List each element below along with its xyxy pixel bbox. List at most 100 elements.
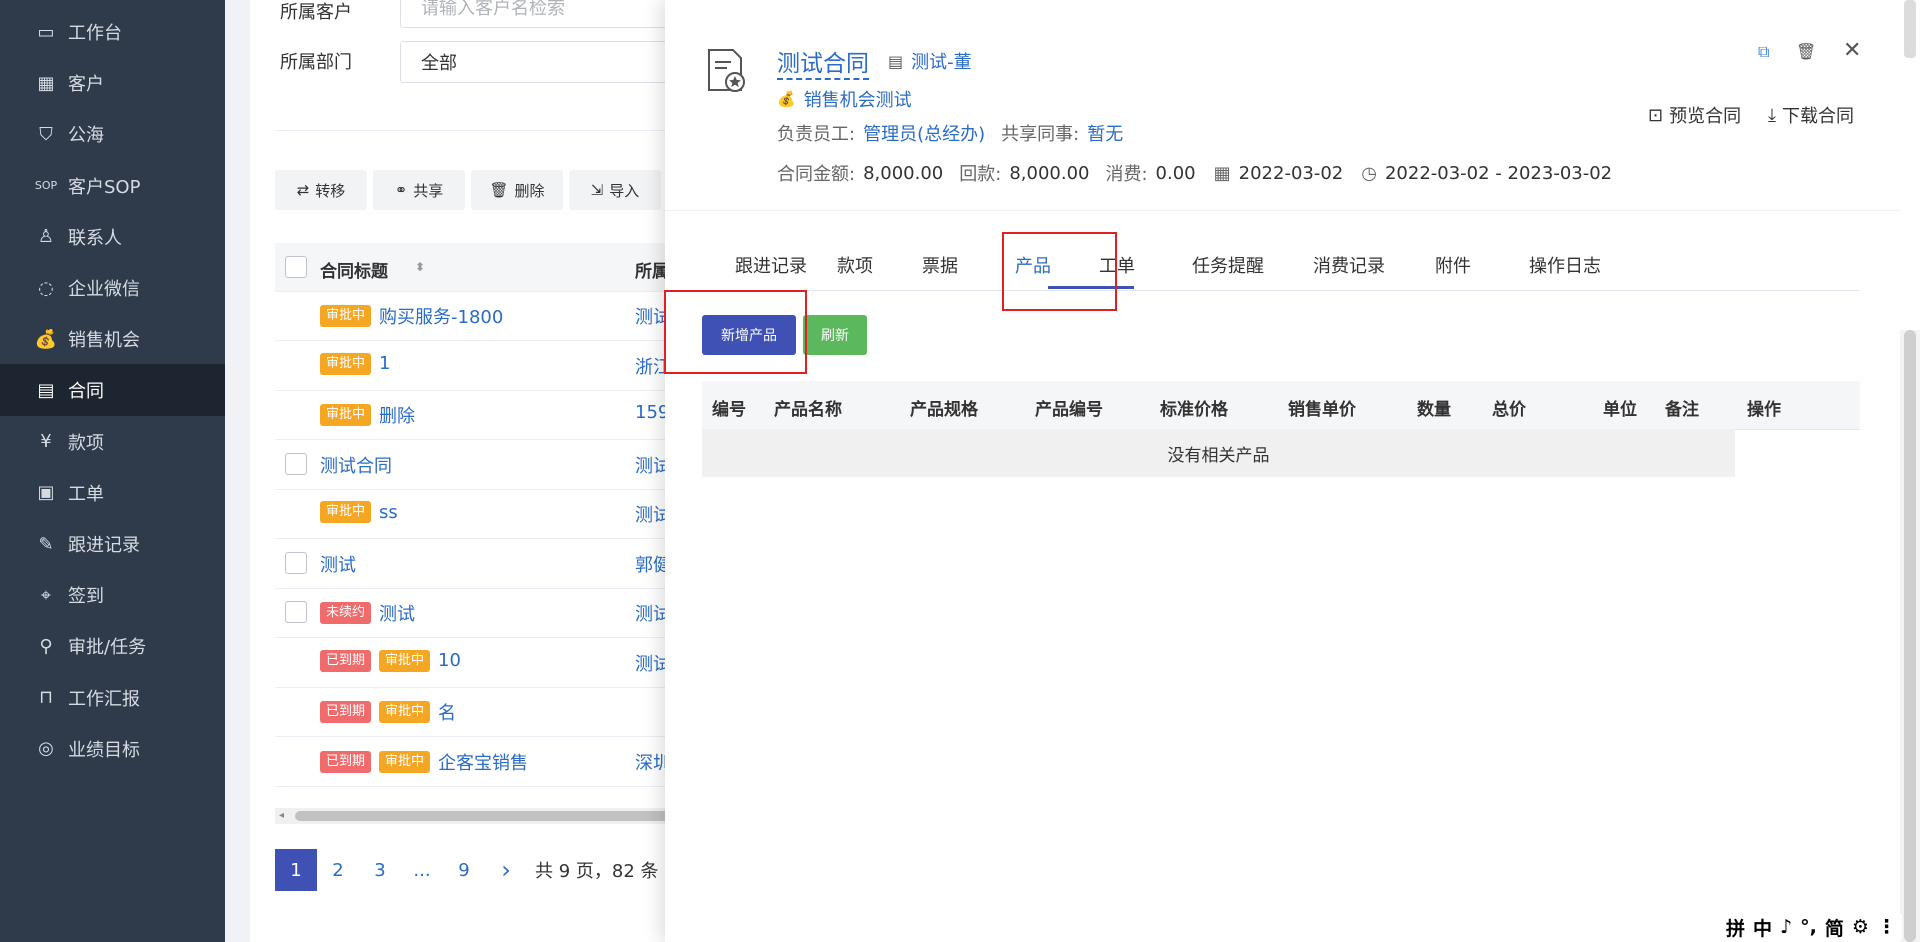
contract-title-link[interactable]: 名	[438, 699, 456, 725]
sidebar-item-9[interactable]: ▣ 工单	[0, 467, 225, 519]
horizontal-scrollbar[interactable]: ◂	[275, 808, 680, 824]
ime-more-icon[interactable]: ⋮	[1877, 916, 1896, 938]
delete-button[interactable]: 🗑 删除	[471, 170, 563, 210]
sidebar-item-4[interactable]: ♙ 联系人	[0, 211, 225, 263]
top-scroll-handle[interactable]	[1904, 0, 1916, 58]
sidebar-item-10[interactable]: ✎ 跟进记录	[0, 518, 225, 570]
contract-title-link[interactable]: 测试	[379, 600, 415, 626]
vertical-scrollbar-thumb[interactable]	[1904, 330, 1916, 942]
contract-detail-drawer: 测试合同 ▤ 测试-董 💰 销售机会测试 负责员工: 管理员(总经办) 共享同事…	[664, 0, 1920, 942]
contract-title-link[interactable]: 10	[438, 650, 461, 671]
scrollbar-thumb[interactable]	[295, 811, 680, 821]
sidebar-item-8[interactable]: ¥ 款项	[0, 416, 225, 468]
page-button[interactable]: 1	[275, 849, 317, 891]
refresh-button[interactable]: 刷新	[803, 315, 867, 355]
import-button[interactable]: ⇲ 导入	[569, 170, 661, 210]
contract-title[interactable]: 测试合同	[777, 44, 869, 80]
contract-title-link[interactable]: 删除	[379, 402, 415, 428]
product-column-header: 销售单价	[1288, 400, 1356, 420]
product-column-header: 备注	[1665, 400, 1699, 420]
share-button[interactable]: ⚭ 共享	[373, 170, 465, 210]
sidebar-item-2[interactable]: ⛉ 公海	[0, 108, 225, 160]
contract-title-link[interactable]: 测试	[320, 551, 356, 577]
product-column-header: 总价	[1492, 400, 1526, 420]
opportunity-link[interactable]: 💰 销售机会测试	[777, 86, 912, 112]
table-row[interactable]: 审批中删除15975	[275, 390, 680, 440]
tab-0[interactable]: 跟进记录	[735, 252, 807, 278]
tab-8[interactable]: 操作日志	[1529, 252, 1601, 278]
table-row[interactable]: 审批中1浙江华	[275, 341, 680, 391]
sidebar-item-12[interactable]: ⚲ 审批/任务	[0, 620, 225, 672]
ime-settings-icon[interactable]: ⚙	[1852, 916, 1869, 938]
dept-select[interactable]: 全部	[400, 41, 680, 83]
row-checkbox[interactable]	[285, 551, 307, 574]
table-row[interactable]: 测试合同测试-董	[275, 440, 680, 490]
table-row[interactable]: 审批中ss测试-董	[275, 489, 680, 539]
close-icon[interactable]: ✕	[1843, 38, 1863, 63]
page-button[interactable]: ...	[401, 849, 443, 891]
tab-5[interactable]: 任务提醒	[1192, 252, 1264, 278]
table-row[interactable]: 审批中购买服务-1800测试18	[275, 291, 680, 341]
amount-value: 8,000.00	[863, 162, 944, 184]
sidebar-item-11[interactable]: ⌖ 签到	[0, 569, 225, 621]
sidebar-item-3[interactable]: SOP 客户SOP	[0, 160, 225, 212]
sidebar-item-7[interactable]: ▤ 合同	[0, 364, 225, 417]
preview-contract-button[interactable]: ⊡ 预览合同	[1648, 102, 1741, 128]
ime-pinyin-icon[interactable]: 拼	[1726, 914, 1745, 941]
table-row[interactable]: 测试 郭健	[275, 539, 680, 589]
share-value[interactable]: 暂无	[1087, 120, 1123, 146]
sidebar-item-5[interactable]: ◌ 企业微信	[0, 262, 225, 314]
table-row[interactable]: 未续约 测试 测试	[275, 588, 680, 638]
ime-chinese-icon[interactable]: 中	[1753, 914, 1772, 941]
contract-period: 2022-03-02 - 2023-03-02	[1384, 162, 1613, 184]
clock-icon: ◷	[1361, 162, 1377, 184]
sort-icon[interactable]: ⬍	[415, 260, 425, 274]
sidebar-item-13[interactable]: ⊓ 工作汇报	[0, 672, 225, 724]
sidebar-item-label: 企业微信	[68, 279, 140, 300]
page-button[interactable]: 2	[317, 849, 359, 891]
owner-value[interactable]: 管理员(总经办)	[863, 120, 985, 146]
sidebar-item-label: 工单	[68, 483, 104, 505]
ime-simplified-icon[interactable]: 简	[1825, 914, 1844, 941]
next-page-icon[interactable]: ›	[485, 849, 527, 891]
sidebar-item-1[interactable]: ▦ 客户	[0, 57, 225, 109]
contract-title-link[interactable]: 企客宝销售	[438, 749, 528, 775]
sidebar-item-label: 客户SOP	[68, 176, 141, 198]
tab-7[interactable]: 附件	[1435, 252, 1471, 278]
download-contract-button[interactable]: ⤓ 下载合同	[1768, 102, 1854, 128]
table-row[interactable]: 已到期审批中企客宝销售深圳市	[275, 737, 680, 787]
tab-1[interactable]: 款项	[837, 252, 873, 278]
page-button[interactable]: 3	[359, 849, 401, 891]
amount-row: 合同金额: 8,000.00 回款: 8,000.00 消费: 0.00 ▦ 2…	[777, 160, 1612, 186]
product-column-header: 产品规格	[910, 400, 978, 420]
scroll-left-icon[interactable]: ◂	[279, 810, 284, 821]
customer-link[interactable]: ▤ 测试-董	[888, 48, 972, 74]
open-external-icon[interactable]: ⧉	[1758, 42, 1778, 62]
sidebar-item-label: 业绩目标	[68, 739, 140, 761]
ime-punct-icon[interactable]: °,	[1800, 916, 1817, 938]
table-row[interactable]: 已到期 审批中名	[275, 687, 680, 737]
filter-customer-label: 所属客户	[280, 2, 352, 23]
table-row[interactable]: 已到期审批中10测试01	[275, 638, 680, 688]
contract-title-link[interactable]: ss	[379, 502, 398, 523]
select-all-checkbox[interactable]	[285, 256, 307, 278]
contract-title-link[interactable]: 购买服务-1800	[379, 303, 503, 329]
sidebar-item-label: 公海	[68, 125, 104, 147]
ime-moon-icon[interactable]: ♪	[1780, 916, 1792, 938]
row-title-cell: 审批中 删除	[320, 402, 415, 428]
row-checkbox[interactable]	[285, 452, 307, 475]
page-button[interactable]: 9	[443, 849, 485, 891]
customer-search-input[interactable]: 请输入客户名检索	[400, 0, 680, 28]
tab-2[interactable]: 票据	[922, 252, 958, 278]
vertical-scrollbar[interactable]	[1900, 330, 1920, 942]
trash-icon[interactable]: 🗑	[1796, 42, 1816, 62]
transfer-button[interactable]: ⇄ 转移	[275, 170, 367, 210]
sidebar-item-6[interactable]: 💰 销售机会	[0, 313, 225, 365]
sidebar-item-0[interactable]: ▭ 工作台	[0, 6, 225, 58]
contract-title-link[interactable]: 1	[379, 353, 390, 374]
sidebar-item-14[interactable]: ◎ 业绩目标	[0, 723, 225, 775]
row-title-cell: 已到期 审批中 10	[320, 649, 461, 672]
tab-6[interactable]: 消费记录	[1313, 252, 1385, 278]
row-checkbox[interactable]	[285, 601, 307, 623]
contract-title-link[interactable]: 测试合同	[320, 452, 392, 478]
